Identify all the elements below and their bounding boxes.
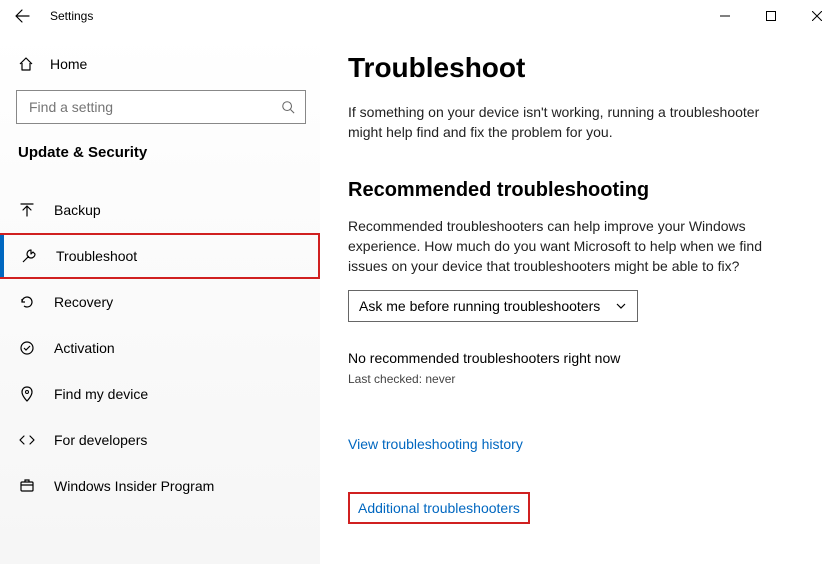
developers-icon	[18, 432, 36, 448]
troubleshoot-preference-dropdown[interactable]: Ask me before running troubleshooters	[348, 290, 638, 322]
minimize-icon	[720, 11, 730, 21]
sidebar-item-label: Find my device	[54, 386, 148, 402]
sidebar-item-label: Activation	[54, 340, 115, 356]
search-icon	[281, 100, 295, 114]
search-input[interactable]	[27, 98, 281, 116]
sidebar-item-label: Backup	[54, 202, 101, 218]
home-icon	[18, 56, 34, 72]
page-title: Troubleshoot	[348, 52, 810, 84]
last-checked-text: Last checked: never	[348, 372, 810, 386]
no-recommended-text: No recommended troubleshooters right now	[348, 350, 810, 366]
insider-icon	[18, 478, 36, 494]
chevron-down-icon	[615, 300, 627, 312]
window-title: Settings	[50, 9, 93, 23]
link-additional-troubleshooters[interactable]: Additional troubleshooters	[348, 492, 530, 524]
window-controls	[702, 0, 840, 32]
main-content: Troubleshoot If something on your device…	[320, 32, 840, 564]
minimize-button[interactable]	[702, 0, 748, 32]
sidebar-item-activation[interactable]: Activation	[0, 325, 320, 371]
sidebar-item-find-my-device[interactable]: Find my device	[0, 371, 320, 417]
maximize-button[interactable]	[748, 0, 794, 32]
backup-icon	[18, 202, 36, 218]
dropdown-value: Ask me before running troubleshooters	[359, 298, 600, 314]
sidebar-item-backup[interactable]: Backup	[0, 187, 320, 233]
page-intro: If something on your device isn't workin…	[348, 102, 788, 143]
back-button[interactable]	[12, 6, 32, 26]
sidebar-item-label: Troubleshoot	[56, 248, 137, 264]
link-view-history[interactable]: View troubleshooting history	[348, 436, 810, 452]
sidebar-item-troubleshoot[interactable]: Troubleshoot	[0, 233, 320, 279]
sidebar-nav: Backup Troubleshoot Recovery Activation	[0, 187, 320, 509]
close-button[interactable]	[794, 0, 840, 32]
troubleshoot-icon	[20, 248, 38, 264]
arrow-left-icon	[14, 8, 30, 24]
section-recommended-heading: Recommended troubleshooting	[348, 179, 810, 202]
close-icon	[812, 11, 822, 21]
sidebar-item-for-developers[interactable]: For developers	[0, 417, 320, 463]
find-device-icon	[18, 386, 36, 402]
sidebar-item-label: Recovery	[54, 294, 113, 310]
sidebar-home-label: Home	[50, 56, 87, 72]
sidebar: Home Update & Security Backup	[0, 32, 320, 564]
titlebar: Settings	[0, 0, 840, 32]
activation-icon	[18, 340, 36, 356]
sidebar-item-label: Windows Insider Program	[54, 478, 214, 494]
sidebar-item-windows-insider[interactable]: Windows Insider Program	[0, 463, 320, 509]
section-recommended-body: Recommended troubleshooters can help imp…	[348, 216, 788, 277]
search-input-wrap[interactable]	[16, 90, 306, 124]
maximize-icon	[766, 11, 776, 21]
sidebar-home[interactable]: Home	[0, 44, 320, 84]
recovery-icon	[18, 294, 36, 310]
sidebar-item-recovery[interactable]: Recovery	[0, 279, 320, 325]
sidebar-item-label: For developers	[54, 432, 147, 448]
sidebar-section-title: Update & Security	[0, 124, 320, 171]
